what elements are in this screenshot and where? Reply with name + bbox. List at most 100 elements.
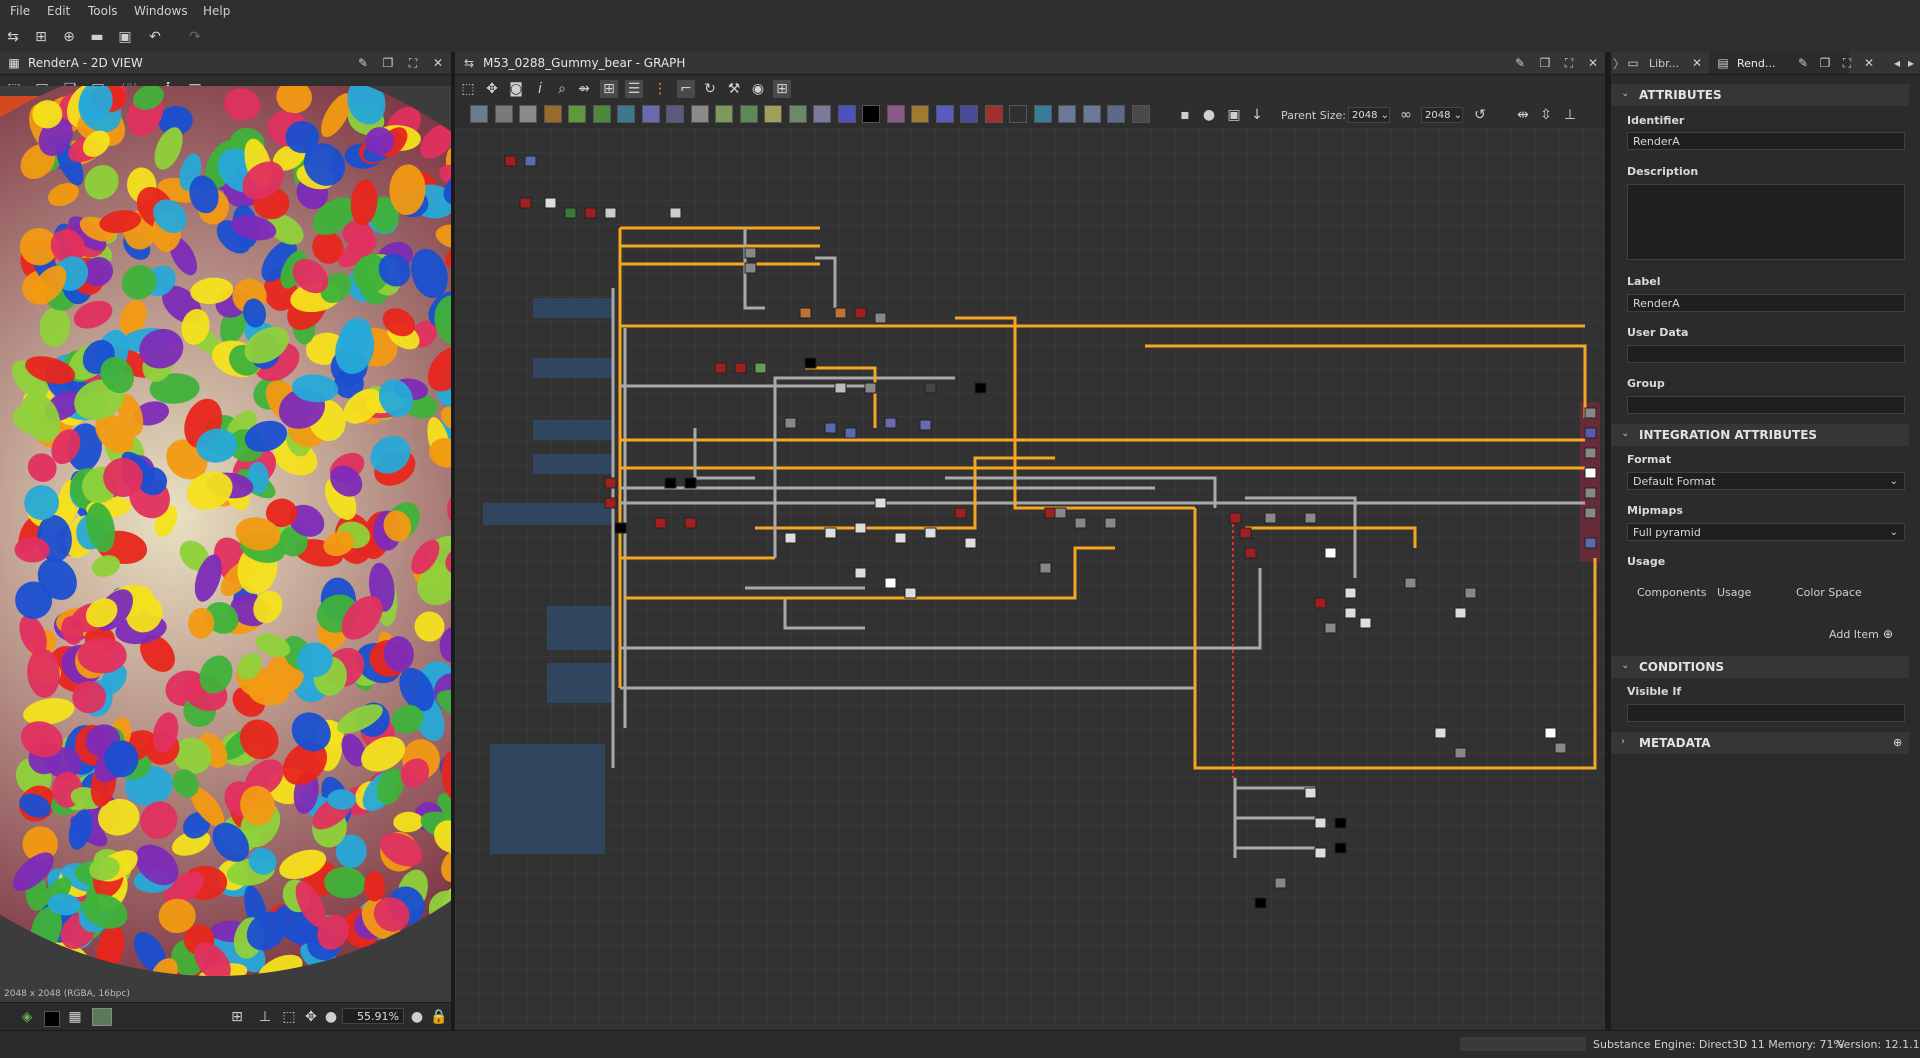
tabs-left-arrow-icon[interactable]: 〉: [1613, 55, 1625, 72]
close-icon[interactable]: ✕: [430, 55, 446, 71]
user-data-field[interactable]: [1627, 345, 1905, 363]
add-item-icon[interactable]: ⊕: [1883, 627, 1893, 641]
tab-float-icon[interactable]: ❐: [1817, 55, 1833, 71]
new-graph-icon[interactable]: ⊞: [32, 28, 50, 46]
integration-header[interactable]: ⌄ INTEGRATION ATTRIBUTES: [1611, 424, 1909, 446]
link-size-icon[interactable]: ∞: [1397, 106, 1415, 124]
align-h-icon[interactable]: ⇹: [1514, 106, 1532, 124]
description-field[interactable]: [1627, 184, 1905, 260]
mipmaps-select[interactable]: Full pyramid ⌄: [1627, 523, 1905, 541]
undo-icon[interactable]: ↶: [146, 28, 164, 46]
frame-all-icon[interactable]: ⬚: [459, 80, 477, 98]
grid-icon[interactable]: ⊞: [228, 1008, 246, 1026]
identifier-field[interactable]: RenderA: [1627, 132, 1905, 150]
graph-close-icon[interactable]: ✕: [1585, 55, 1601, 71]
node-type-icon[interactable]: [543, 105, 562, 123]
tab-library[interactable]: Libr...: [1649, 57, 1679, 70]
menu-windows[interactable]: Windows: [134, 4, 188, 18]
node-type-icon[interactable]: [1058, 105, 1076, 123]
node-type-icon[interactable]: [813, 105, 831, 123]
parent-size-select[interactable]: 2048 ⌄: [1348, 107, 1390, 123]
lock-icon[interactable]: 🔒: [430, 1008, 448, 1026]
label-field[interactable]: RenderA: [1627, 294, 1905, 312]
menu-tools[interactable]: Tools: [88, 4, 118, 18]
add-metadata-icon[interactable]: ⊕: [1893, 736, 1902, 749]
render-view[interactable]: [0, 86, 451, 1002]
new-package-icon[interactable]: ⊕: [60, 28, 78, 46]
display-mode-icon[interactable]: [92, 1008, 112, 1026]
output-size-select[interactable]: 2048 ⌄: [1421, 107, 1463, 123]
node-type-icon[interactable]: [519, 105, 537, 123]
node-type-icon[interactable]: [1082, 105, 1101, 123]
move-icon[interactable]: ✥: [302, 1008, 320, 1026]
graph-canvas[interactable]: [455, 128, 1605, 1030]
tiling-icon[interactable]: ⊥: [256, 1008, 274, 1026]
tab-close-icon[interactable]: ✕: [1861, 55, 1877, 71]
node-type-icon[interactable]: [494, 105, 513, 123]
tools-icon[interactable]: ⚒: [725, 80, 743, 98]
checker-icon[interactable]: ▦: [66, 1008, 84, 1026]
redo-icon[interactable]: ↷: [186, 28, 204, 46]
refresh-icon[interactable]: ↻: [701, 80, 719, 98]
node-type-icon[interactable]: [641, 105, 660, 123]
link-icon[interactable]: ⇴: [575, 80, 593, 98]
tab-properties[interactable]: Rend...: [1737, 57, 1775, 70]
node-type-icon[interactable]: [1009, 105, 1027, 123]
preview-icon[interactable]: ◉: [749, 80, 767, 98]
visible-if-field[interactable]: [1627, 704, 1905, 722]
conditions-header[interactable]: ⌄ CONDITIONS: [1611, 656, 1909, 678]
tab-pin-icon[interactable]: ✎: [1795, 55, 1811, 71]
float-icon[interactable]: ❐: [380, 55, 396, 71]
align-v-icon[interactable]: ⇳: [1537, 106, 1555, 124]
grid-toggle-icon[interactable]: ⊞: [773, 80, 791, 98]
open-folder-icon[interactable]: ▬: [88, 28, 106, 46]
layers-icon[interactable]: ◈: [18, 1008, 36, 1026]
background-black-icon[interactable]: [44, 1011, 60, 1027]
graph-info-icon[interactable]: i: [531, 80, 549, 98]
node-type-icon[interactable]: [764, 105, 782, 123]
dot-icon[interactable]: ●: [1200, 106, 1218, 124]
node-type-icon[interactable]: [1131, 105, 1150, 123]
pin-node-icon[interactable]: ↓: [1248, 106, 1266, 124]
node-type-icon[interactable]: [617, 105, 635, 123]
layout-icon[interactable]: ☰: [625, 80, 643, 98]
frame-icon[interactable]: ▣: [1225, 106, 1243, 124]
node-type-icon[interactable]: [911, 105, 929, 123]
share-icon[interactable]: ⇆: [4, 28, 22, 46]
node-type-icon[interactable]: [739, 105, 758, 123]
connections-icon[interactable]: ⋮: [651, 80, 669, 98]
zoom-minus-icon[interactable]: ●: [322, 1008, 340, 1026]
metadata-header[interactable]: › METADATA ⊕: [1611, 732, 1909, 754]
graph-maximize-icon[interactable]: ⛶: [1561, 55, 1577, 71]
node-type-icon[interactable]: [1107, 105, 1125, 123]
zoom-field[interactable]: 55.91%: [342, 1008, 404, 1024]
align-icon[interactable]: ⊞: [600, 80, 618, 98]
node-type-icon[interactable]: [715, 105, 733, 123]
crop-icon[interactable]: ⬚: [280, 1008, 298, 1026]
node-type-icon[interactable]: [470, 105, 488, 123]
menu-edit[interactable]: Edit: [47, 4, 70, 18]
reset-size-icon[interactable]: ↺: [1471, 106, 1489, 124]
attributes-header[interactable]: ⌄ ATTRIBUTES: [1611, 84, 1909, 106]
node-type-icon[interactable]: [984, 105, 1003, 123]
search-icon[interactable]: ⌕: [553, 80, 571, 98]
comment-icon[interactable]: ▪: [1176, 106, 1194, 124]
group-field[interactable]: [1627, 396, 1905, 414]
save-icon[interactable]: ▣: [116, 28, 134, 46]
zoom-plus-icon[interactable]: ●: [408, 1008, 426, 1026]
format-select[interactable]: Default Format ⌄: [1627, 472, 1905, 490]
frame-selected-icon[interactable]: ✥: [483, 80, 501, 98]
node-type-icon[interactable]: [935, 105, 954, 123]
add-item-button[interactable]: Add Item: [1829, 628, 1879, 641]
node-type-icon[interactable]: [862, 105, 880, 123]
node-type-icon[interactable]: [666, 105, 684, 123]
menu-file[interactable]: File: [10, 4, 30, 18]
graph-float-icon[interactable]: ❐: [1537, 55, 1553, 71]
node-type-icon[interactable]: [837, 105, 856, 123]
snap-icon[interactable]: ⌐: [677, 80, 695, 98]
node-type-icon[interactable]: [1033, 105, 1052, 123]
library-close-icon[interactable]: ✕: [1689, 55, 1705, 71]
node-type-icon[interactable]: [690, 105, 709, 123]
graph-pin-icon[interactable]: ✎: [1512, 55, 1528, 71]
node-type-icon[interactable]: [568, 105, 586, 123]
